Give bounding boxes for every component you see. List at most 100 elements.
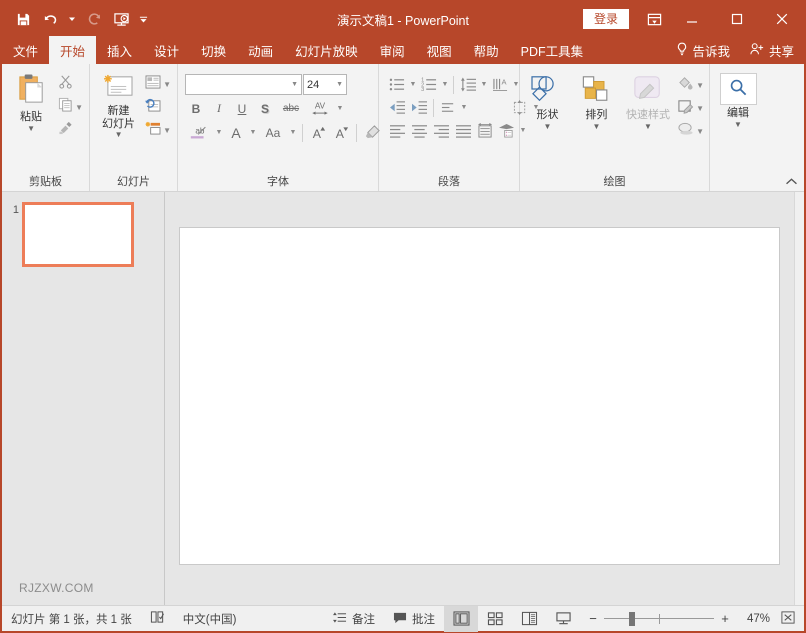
slide-sorter-view-button[interactable]	[478, 606, 512, 632]
arrange-caret-icon[interactable]: ▼	[592, 122, 600, 131]
sign-in-button[interactable]: 登录	[582, 8, 629, 30]
shape-outline-caret-icon[interactable]: ▼	[696, 104, 704, 113]
reset-slide-button[interactable]	[143, 96, 173, 118]
slideshow-view-button[interactable]	[546, 606, 580, 632]
font-size-caret-icon[interactable]: ▼	[336, 81, 343, 88]
zoom-in-button[interactable]: +	[720, 611, 730, 626]
copy-button[interactable]: ▼	[56, 96, 85, 118]
shape-effects-caret-icon[interactable]: ▼	[696, 127, 704, 136]
numbering-icon[interactable]: 123	[418, 74, 440, 95]
tab-home[interactable]: 开始	[49, 36, 97, 64]
quick-styles-caret-icon[interactable]: ▼	[644, 122, 652, 131]
slide-surface[interactable]	[179, 226, 780, 565]
text-direction-icon[interactable]: A	[489, 74, 511, 95]
font-color-button[interactable]: A	[225, 122, 247, 143]
shapes-caret-icon[interactable]: ▼	[544, 122, 552, 131]
layout-button[interactable]: ▼	[143, 73, 173, 95]
close-icon[interactable]	[759, 2, 804, 36]
zoom-slider[interactable]	[604, 611, 714, 626]
editing-caret-icon[interactable]: ▼	[734, 120, 742, 129]
character-spacing-button[interactable]: AV	[306, 98, 334, 119]
new-slide-caret-icon[interactable]: ▼	[115, 131, 123, 139]
line-spacing-icon[interactable]	[457, 74, 479, 95]
slide-editing-canvas[interactable]	[165, 192, 794, 605]
tab-help[interactable]: 帮助	[463, 36, 510, 64]
text-direction-vertical-icon[interactable]	[496, 120, 518, 141]
quick-styles-button[interactable]: 快速样式 ▼	[621, 71, 675, 131]
decrease-font-size-button[interactable]: A	[330, 122, 352, 143]
save-icon[interactable]	[10, 6, 36, 32]
bullets-icon[interactable]	[386, 74, 408, 95]
font-name-caret-icon[interactable]: ▼	[291, 81, 298, 88]
character-spacing-caret-icon[interactable]: ▼	[335, 105, 345, 112]
slide-thumbnail-1[interactable]	[22, 202, 134, 267]
align-text-caret-icon[interactable]: ▼	[459, 104, 469, 111]
italic-button[interactable]: I	[208, 98, 230, 119]
collapse-ribbon-chevron-up-icon[interactable]	[785, 177, 798, 189]
comments-button[interactable]: 批注	[384, 606, 444, 632]
font-color-caret-icon[interactable]: ▼	[248, 129, 258, 136]
customize-qat-icon[interactable]	[135, 6, 151, 32]
text-shadow-button[interactable]: S	[254, 98, 276, 119]
zoom-percent-label[interactable]: 47%	[736, 613, 770, 625]
accessibility-checker-button[interactable]	[141, 606, 174, 632]
align-right-icon[interactable]	[430, 120, 452, 141]
arrange-button[interactable]: 排列 ▼	[572, 71, 621, 131]
layout-caret-icon[interactable]: ▼	[163, 80, 171, 89]
slide-thumbnail-pane[interactable]: 1 RJZXW.COM	[2, 192, 165, 605]
paste-button[interactable]: 粘贴 ▼	[6, 70, 56, 133]
strikethrough-button[interactable]: abc	[277, 98, 305, 119]
new-slide-button[interactable]: 新建 幻灯片 ▼	[94, 70, 143, 139]
tab-design[interactable]: 设计	[143, 36, 190, 64]
fit-slide-to-window-icon[interactable]	[776, 610, 796, 628]
share-button[interactable]: 共享	[740, 36, 804, 64]
minimize-icon[interactable]	[669, 2, 714, 36]
tell-me-box[interactable]: 告诉我	[666, 36, 740, 64]
font-size-input[interactable]: 24 ▼	[303, 74, 347, 95]
change-case-button[interactable]: Aa	[259, 122, 287, 143]
zoom-slider-handle[interactable]	[629, 611, 635, 626]
cut-button[interactable]	[56, 73, 85, 95]
undo-dropdown-caret-icon[interactable]	[64, 6, 80, 32]
clear-formatting-button[interactable]: ab	[185, 122, 213, 143]
line-spacing-caret-icon[interactable]: ▼	[479, 81, 489, 88]
start-slideshow-icon[interactable]	[108, 6, 134, 32]
vertical-scrollbar[interactable]	[794, 192, 804, 605]
underline-button[interactable]: U	[231, 98, 253, 119]
maximize-icon[interactable]	[714, 2, 759, 36]
shapes-button[interactable]: 形状 ▼	[523, 71, 572, 131]
tab-transitions[interactable]: 切换	[190, 36, 237, 64]
paste-caret-icon[interactable]: ▼	[27, 124, 35, 133]
tab-slideshow[interactable]: 幻灯片放映	[284, 36, 369, 64]
reading-view-button[interactable]	[512, 606, 546, 632]
columns-icon[interactable]	[474, 120, 496, 141]
editing-button[interactable]: 编辑 ▼	[714, 70, 762, 129]
increase-font-size-button[interactable]: A	[307, 122, 329, 143]
bullets-caret-icon[interactable]: ▼	[408, 81, 418, 88]
slide-count-status[interactable]: 幻灯片 第 1 张，共 1 张	[2, 606, 141, 632]
notes-button[interactable]: 备注	[324, 606, 384, 632]
shape-fill-button[interactable]: ▼	[675, 74, 706, 96]
section-button[interactable]: ▼	[143, 119, 173, 141]
align-text-icon[interactable]	[437, 97, 459, 118]
tab-pdf-tools[interactable]: PDF工具集	[510, 36, 595, 64]
undo-icon[interactable]	[37, 6, 63, 32]
justify-icon[interactable]	[452, 120, 474, 141]
copy-caret-icon[interactable]: ▼	[75, 103, 83, 112]
numbering-caret-icon[interactable]: ▼	[440, 81, 450, 88]
language-status[interactable]: 中文(中国)	[174, 606, 246, 632]
zoom-control[interactable]: − + 47%	[580, 610, 804, 628]
shape-fill-caret-icon[interactable]: ▼	[696, 81, 704, 90]
tab-insert[interactable]: 插入	[96, 36, 143, 64]
shape-effects-button[interactable]: ▼	[675, 120, 706, 142]
align-left-icon[interactable]	[386, 120, 408, 141]
tab-review[interactable]: 审阅	[369, 36, 416, 64]
change-case-caret-icon[interactable]: ▼	[288, 129, 298, 136]
zoom-out-button[interactable]: −	[588, 611, 598, 626]
normal-view-button[interactable]	[444, 605, 478, 632]
tab-animations[interactable]: 动画	[237, 36, 284, 64]
format-painter-button[interactable]	[56, 119, 85, 141]
align-center-icon[interactable]	[408, 120, 430, 141]
font-name-input[interactable]: ▼	[185, 74, 302, 95]
shape-outline-button[interactable]: ▼	[675, 97, 706, 119]
